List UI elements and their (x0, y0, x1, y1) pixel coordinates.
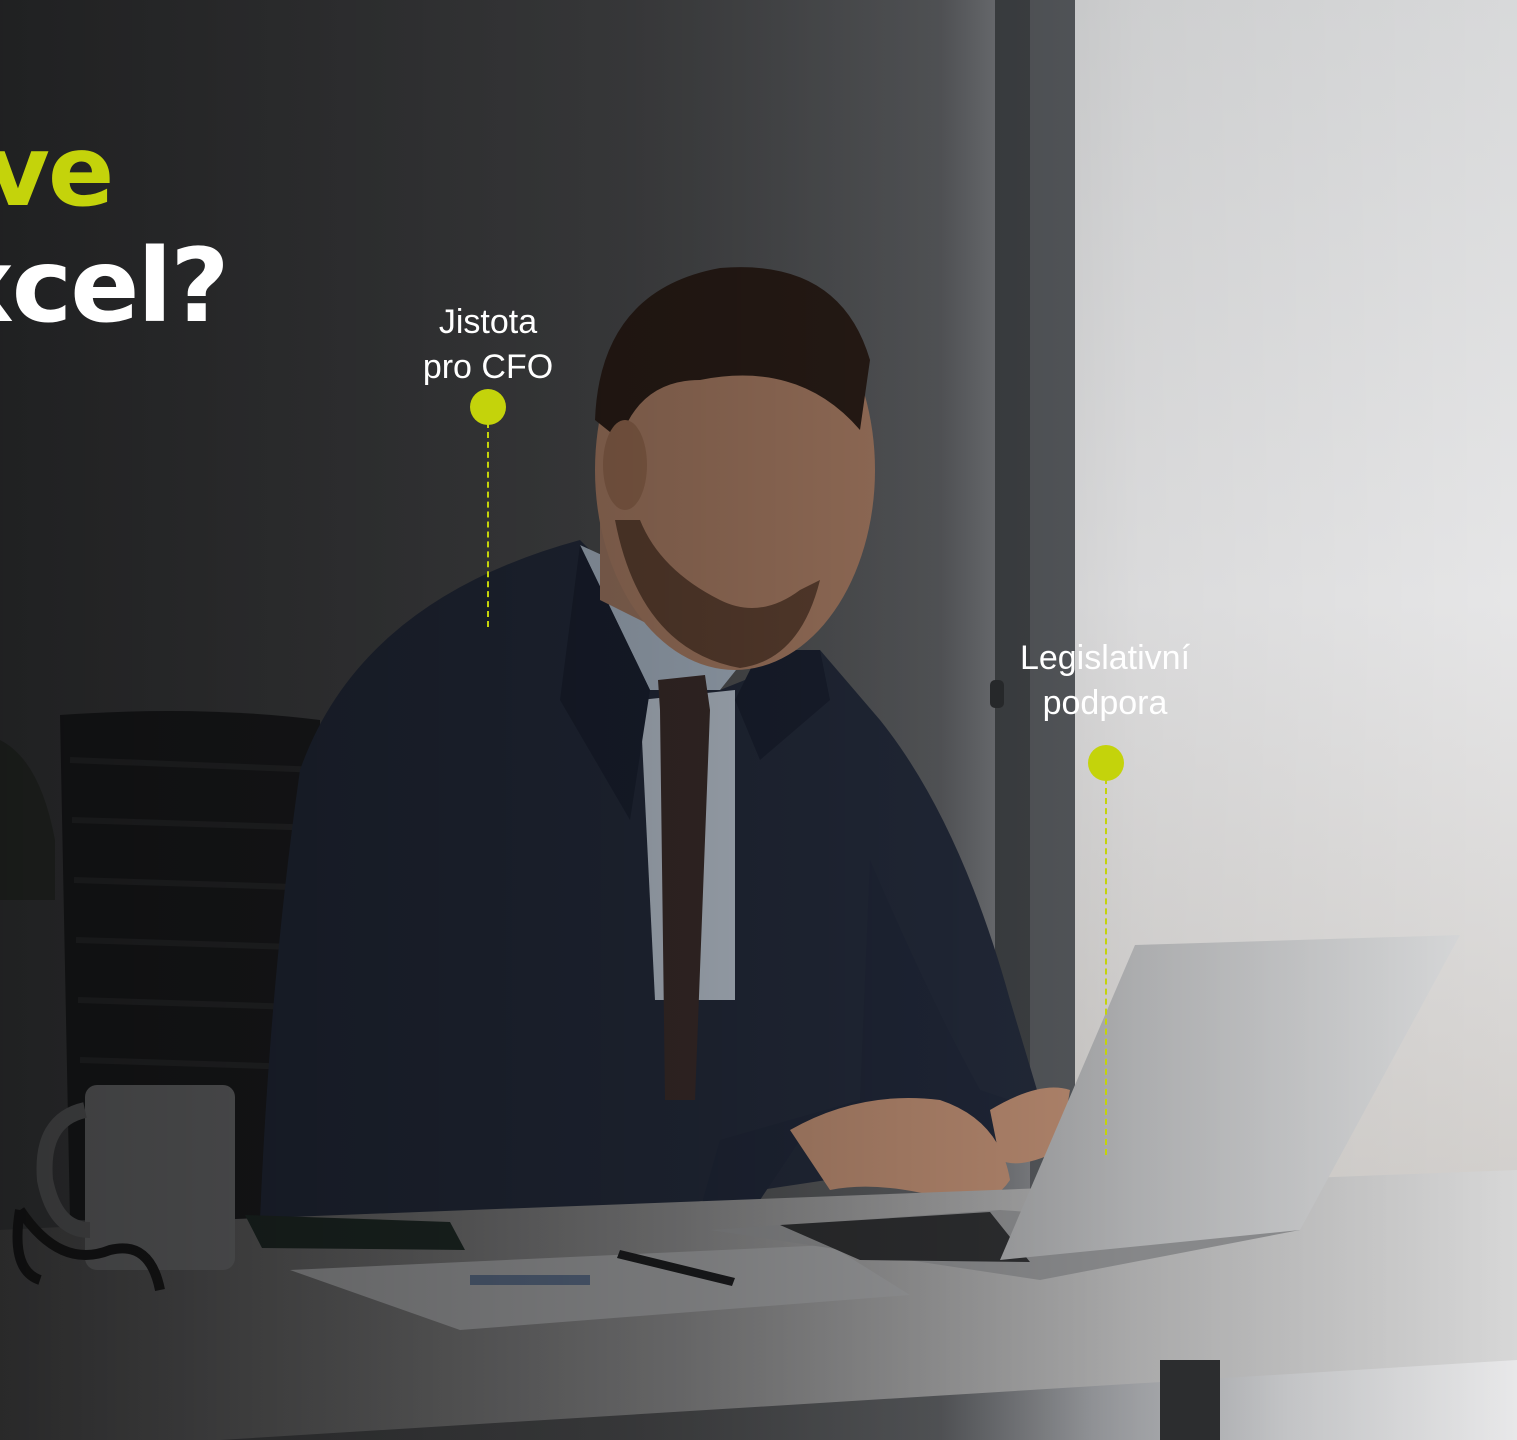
marker-label-cfo: Jistota pro CFO (388, 300, 588, 390)
marker-label-line: Legislativní (1019, 639, 1191, 677)
headline-line-2: xcel? (0, 227, 230, 346)
marker-dot (470, 389, 506, 425)
marker-label-line: podpora (1042, 684, 1168, 722)
marker-dashed-line (487, 422, 489, 627)
headline-line-1: ve (0, 115, 114, 229)
marker-dashed-line (1105, 778, 1107, 1155)
marker-label-legislation: Legislativní podpora (980, 636, 1230, 726)
marker-label-line: Jistota (438, 303, 538, 341)
marker-dot (1088, 745, 1124, 781)
office-photo (0, 0, 1517, 1440)
marker-label-line: pro CFO (422, 348, 554, 386)
